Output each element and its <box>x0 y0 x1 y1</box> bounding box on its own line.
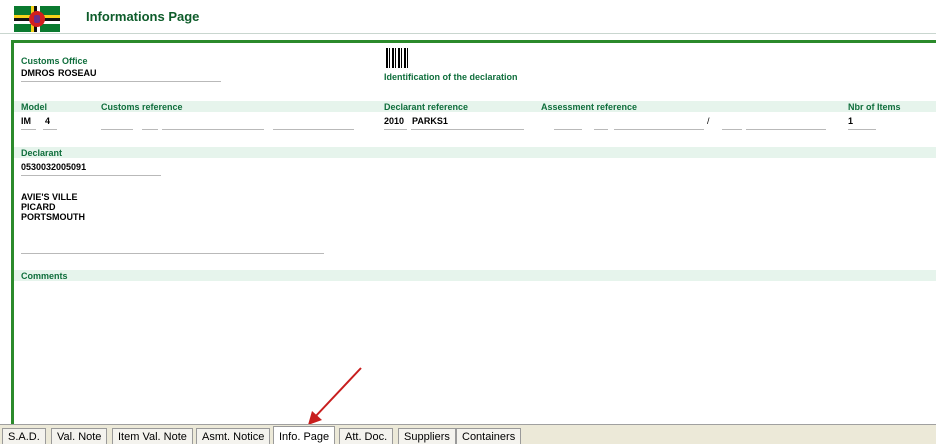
assessment-reference-label: Assessment reference <box>541 102 638 112</box>
declarant-year-underline <box>384 129 407 130</box>
tab-suppliers[interactable]: Suppliers <box>398 428 456 444</box>
customs-reference-field-2[interactable] <box>142 129 158 130</box>
customs-office-name[interactable]: ROSEAU <box>58 68 97 78</box>
model-number-underline <box>43 129 57 130</box>
declarant-code[interactable]: 0530032005091 <box>21 162 86 172</box>
assessment-reference-field-1[interactable] <box>554 129 582 130</box>
barcode-icon <box>386 48 410 68</box>
comments-header-band <box>14 270 936 281</box>
declarant-address-line-3: PORTSMOUTH <box>21 212 85 222</box>
info-page-form: Customs Office DMROS ROSEAU Identificati… <box>11 40 936 424</box>
items-value[interactable]: 1 <box>848 116 853 126</box>
customs-office-underline <box>21 81 221 82</box>
customs-reference-field-1[interactable] <box>101 129 133 130</box>
assessment-reference-separator: / <box>707 116 710 126</box>
declarant-address-line-2: PICARD <box>21 202 56 212</box>
model-label: Model <box>21 102 47 112</box>
customs-office-label: Customs Office <box>21 56 88 66</box>
declarant-address-line-1: AVIE'S VILLE <box>21 192 78 202</box>
declarant-address-underline <box>21 253 324 254</box>
tab-asmt-notice[interactable]: Asmt. Notice <box>196 428 271 444</box>
model-type[interactable]: IM <box>21 116 31 126</box>
customs-reference-field-4[interactable] <box>273 129 354 130</box>
identification-label: Identification of the declaration <box>384 72 518 82</box>
items-underline <box>848 129 876 130</box>
declarant-code-underline <box>21 175 161 176</box>
assessment-reference-field-4[interactable] <box>722 129 742 130</box>
assessment-reference-field-2[interactable] <box>594 129 608 130</box>
declarant-reference-label: Declarant reference <box>384 102 469 112</box>
items-label: Nbr of Items <box>848 102 901 112</box>
declarant-reference-value[interactable]: PARKS1 <box>412 116 448 126</box>
assessment-reference-field-5[interactable] <box>746 129 826 130</box>
tab-item-val-note[interactable]: Item Val. Note <box>112 428 193 444</box>
declarant-reference-year[interactable]: 2010 <box>384 116 404 126</box>
declarant-ref-underline <box>411 129 524 130</box>
assessment-reference-field-3[interactable] <box>614 129 704 130</box>
dominica-flag-icon <box>14 6 60 32</box>
model-number[interactable]: 4 <box>45 116 50 126</box>
tab-att-doc[interactable]: Att. Doc. <box>339 428 394 444</box>
comments-label: Comments <box>21 271 68 281</box>
page-header: Informations Page <box>0 0 936 34</box>
form-tab-bar: S.A.D. Val. Note Item Val. Note Asmt. No… <box>0 424 936 444</box>
page-title: Informations Page <box>86 9 200 24</box>
tab-val-note[interactable]: Val. Note <box>51 428 108 444</box>
customs-office-code[interactable]: DMROS <box>21 68 55 78</box>
model-type-underline <box>21 129 36 130</box>
tab-containers[interactable]: Containers <box>456 428 522 444</box>
tab-info-page[interactable]: Info. Page <box>273 426 336 444</box>
declarant-label: Declarant <box>21 148 63 158</box>
comments-area[interactable] <box>21 285 921 415</box>
declarant-header-band <box>14 147 936 158</box>
tab-sad[interactable]: S.A.D. <box>2 428 46 444</box>
customs-reference-label: Customs reference <box>101 102 183 112</box>
customs-reference-field-3[interactable] <box>162 129 264 130</box>
